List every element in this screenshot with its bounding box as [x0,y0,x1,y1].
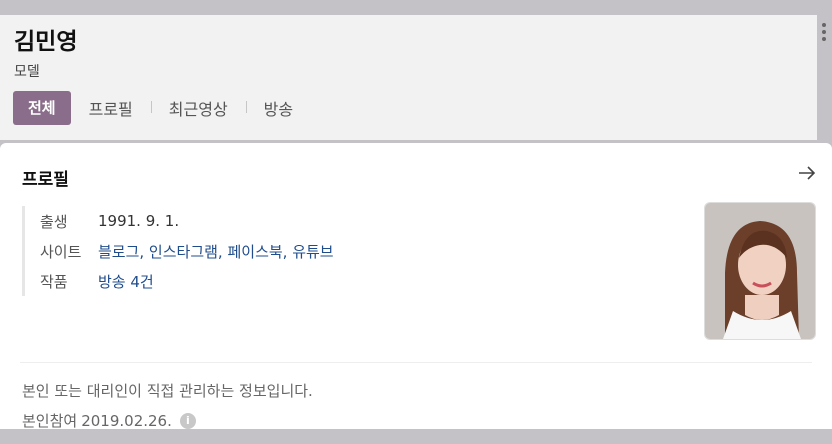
joined-info: 본인참여 2019.02.26. i [22,410,196,431]
more-vertical-icon[interactable] [821,23,827,41]
info-row-birth: 출생 1991. 9. 1. [40,206,334,236]
card-title[interactable]: 프로필 [22,165,69,190]
profile-card: 프로필 출생 1991. 9. 1. 사이트 블로그, 인스타그램, 페이스북,… [0,143,832,431]
profile-header: 김민영 모델 전체 프로필 최근영상 방송 [0,15,826,140]
info-icon[interactable]: i [179,412,196,429]
profile-photo[interactable] [704,202,816,340]
managed-notice: 본인 또는 대리인이 직접 관리하는 정보입니다. [22,382,313,400]
joined-date: 2019.02.26. [81,411,172,430]
works-link[interactable]: 방송 4건 [98,271,154,292]
info-value: 1991. 9. 1. [98,212,180,230]
info-key: 작품 [40,272,68,291]
sites-links[interactable]: 블로그, 인스타그램, 페이스북, 유튜브 [98,241,334,262]
profile-info-list: 출생 1991. 9. 1. 사이트 블로그, 인스타그램, 페이스북, 유튜브… [22,206,334,296]
info-key: 출생 [40,212,68,231]
info-row-sites: 사이트 블로그, 인스타그램, 페이스북, 유튜브 [40,236,334,266]
info-row-works: 작품 방송 4건 [40,266,334,296]
tab-profile[interactable]: 프로필 [71,96,151,120]
info-key: 사이트 [40,242,82,261]
joined-label: 본인참여 [22,412,78,430]
arrow-right-icon[interactable] [798,165,816,184]
divider [20,362,812,363]
tab-bar: 전체 프로필 최근영상 방송 [13,91,311,125]
person-name: 김민영 [14,29,78,55]
tab-recent-videos[interactable]: 최근영상 [150,96,246,120]
person-occupation: 모델 [14,64,40,80]
tab-broadcast[interactable]: 방송 [245,96,311,120]
tab-all[interactable]: 전체 [13,91,71,125]
